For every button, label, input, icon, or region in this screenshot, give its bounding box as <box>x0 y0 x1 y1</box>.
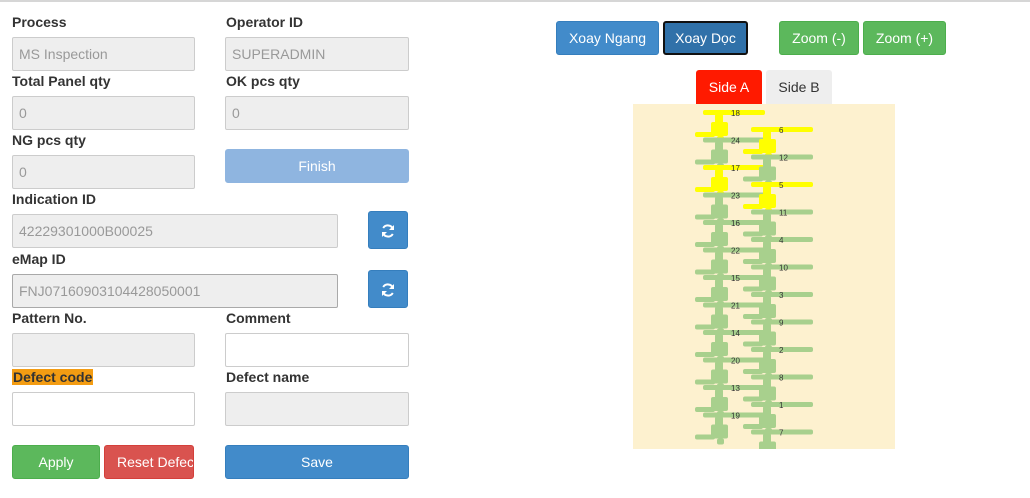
panel-piece[interactable] <box>743 154 813 187</box>
piece-number: 22 <box>731 247 740 256</box>
panel-piece[interactable] <box>743 429 813 450</box>
piece-number: 24 <box>731 137 740 146</box>
refresh-emap-button[interactable] <box>368 270 408 308</box>
reset-defect-button[interactable]: Reset Defect <box>104 445 194 479</box>
operator-id-field: SUPERADMIN <box>225 37 409 71</box>
panel-piece[interactable] <box>743 182 813 214</box>
ok-pcs-qty-label: OK pcs qty <box>226 73 300 89</box>
panel-piece[interactable] <box>743 402 813 434</box>
piece-number: 7 <box>779 429 784 438</box>
panel-piece[interactable] <box>743 209 813 242</box>
panel-map[interactable]: 18 24 17 23 16 22 15 21 14 20 13 19 6 12 5 11 4 10 3 9 2 8 1 7 <box>633 104 895 449</box>
piece-number: 3 <box>779 291 784 300</box>
pattern-no-label: Pattern No. <box>12 310 87 326</box>
operator-id-label: Operator ID <box>226 14 304 30</box>
save-button[interactable]: Save <box>225 445 409 479</box>
tab-side-b[interactable]: Side B <box>766 70 832 104</box>
ok-pcs-qty-field: 0 <box>225 96 409 130</box>
panel-piece[interactable] <box>743 127 813 159</box>
total-panel-qty-label: Total Panel qty <box>12 73 111 89</box>
piece-number: 21 <box>731 302 740 311</box>
ng-pcs-qty-field: 0 <box>12 155 195 189</box>
defect-code-label: Defect code <box>12 369 94 385</box>
piece-number: 12 <box>779 154 788 163</box>
panel-piece[interactable] <box>743 237 813 269</box>
piece-number: 4 <box>779 236 784 245</box>
piece-number: 17 <box>731 164 740 173</box>
apply-button[interactable]: Apply <box>12 445 100 479</box>
refresh-icon <box>382 224 394 238</box>
piece-number: 23 <box>731 192 740 201</box>
finish-button[interactable]: Finish <box>225 149 409 183</box>
rotate-horizontal-button[interactable]: Xoay Ngang <box>556 21 659 55</box>
piece-number: 13 <box>731 384 740 393</box>
piece-number: 2 <box>779 346 784 355</box>
panel-piece[interactable] <box>743 347 813 379</box>
panel-piece[interactable] <box>695 110 765 142</box>
defect-code-input[interactable] <box>12 392 195 426</box>
defect-name-label: Defect name <box>226 369 310 385</box>
defect-name-field <box>225 392 409 426</box>
rotate-vertical-button[interactable]: Xoay Dọc <box>663 21 748 55</box>
panel-piece[interactable] <box>743 374 813 407</box>
panel-piece[interactable] <box>743 264 813 297</box>
refresh-indication-button[interactable] <box>368 211 408 249</box>
piece-number: 18 <box>731 109 740 118</box>
panel-piece[interactable] <box>743 319 813 352</box>
piece-number: 6 <box>779 126 784 135</box>
top-divider <box>0 0 1030 2</box>
pattern-no-field <box>12 333 195 367</box>
piece-number: 16 <box>731 219 740 228</box>
process-label: Process <box>12 14 67 30</box>
indication-id-field[interactable]: 42229301000B00025 <box>12 214 338 248</box>
piece-number: 11 <box>779 209 788 218</box>
ng-pcs-qty-label: NG pcs qty <box>12 132 86 148</box>
piece-number: 8 <box>779 374 784 383</box>
zoom-in-button[interactable]: Zoom (+) <box>863 21 946 55</box>
emap-id-label: eMap ID <box>12 251 66 267</box>
piece-number: 9 <box>779 319 784 328</box>
piece-number: 15 <box>731 274 740 283</box>
comment-label: Comment <box>226 310 291 326</box>
emap-id-field[interactable]: FNJ07160903104428050001 <box>12 274 338 308</box>
piece-number: 20 <box>731 357 740 366</box>
piece-number: 19 <box>731 412 740 421</box>
piece-number: 5 <box>779 181 784 190</box>
refresh-icon <box>382 283 394 297</box>
panel-map-canvas: 182417231622152114201319612511410392817 <box>695 109 813 450</box>
piece-number: 1 <box>779 401 784 410</box>
comment-input[interactable] <box>225 333 409 367</box>
total-panel-qty-field: 0 <box>12 96 195 130</box>
panel-piece[interactable] <box>743 292 813 324</box>
piece-number: 14 <box>731 329 740 338</box>
process-field: MS Inspection <box>12 37 195 71</box>
piece-number: 10 <box>779 264 788 273</box>
indication-id-label: Indication ID <box>12 191 96 207</box>
tab-side-a[interactable]: Side A <box>696 70 762 104</box>
zoom-out-button[interactable]: Zoom (-) <box>779 21 859 55</box>
